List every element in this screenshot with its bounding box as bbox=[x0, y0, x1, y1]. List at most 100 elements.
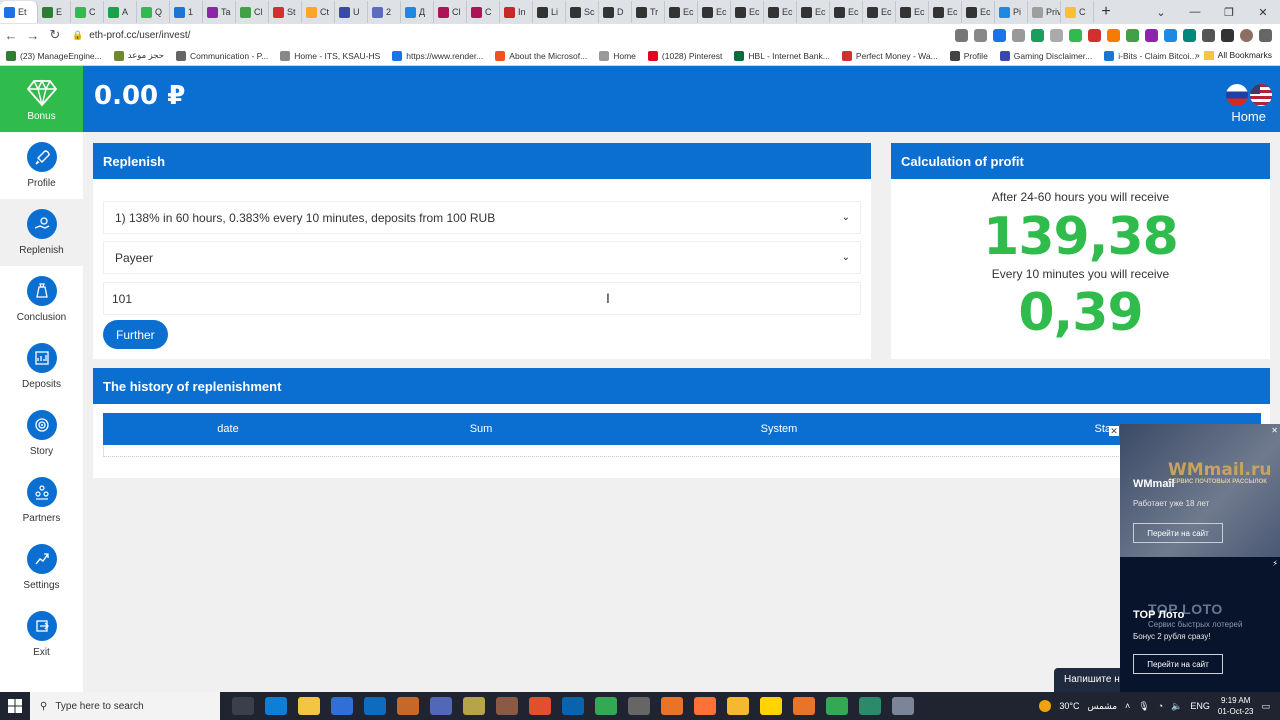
browser-tab[interactable]: C bbox=[467, 1, 500, 23]
payment-system-select[interactable]: Payeer ⌄ bbox=[103, 241, 861, 274]
extension-icon[interactable] bbox=[1012, 28, 1025, 42]
app-icon[interactable] bbox=[397, 697, 419, 715]
browser-tab[interactable]: U bbox=[335, 1, 368, 23]
sidebar-item-exit[interactable]: Exit bbox=[0, 601, 83, 668]
bookmark-item[interactable]: Profile bbox=[949, 50, 988, 61]
app-icon[interactable] bbox=[628, 697, 650, 715]
bookmark-item[interactable]: حجز موعد bbox=[113, 50, 164, 61]
chrome-icon[interactable] bbox=[826, 697, 848, 715]
browser-tab[interactable]: Q bbox=[137, 1, 170, 23]
browser-tab[interactable]: Ec bbox=[797, 1, 830, 23]
extension-icon[interactable] bbox=[1145, 28, 1158, 42]
extension-icon[interactable] bbox=[1069, 28, 1082, 42]
puzzle-icon[interactable] bbox=[1202, 28, 1215, 42]
app-icon[interactable] bbox=[661, 697, 683, 715]
sidebar-item-settings[interactable]: Settings bbox=[0, 534, 83, 601]
browser-tab[interactable]: Ec bbox=[863, 1, 896, 23]
browser-tab[interactable]: Cl bbox=[434, 1, 467, 23]
browser-tab[interactable]: Ec bbox=[962, 1, 995, 23]
microphone-icon[interactable]: 🎙 bbox=[1138, 701, 1149, 712]
browser-tab[interactable]: St bbox=[269, 1, 302, 23]
bookmark-item[interactable]: Perfect Money - Wa... bbox=[841, 50, 938, 61]
chat-widget[interactable]: Напишите н bbox=[1054, 668, 1120, 692]
browser-tab[interactable]: E bbox=[38, 1, 71, 23]
browser-tab[interactable]: Ta bbox=[203, 1, 236, 23]
bonus-button[interactable]: Bonus bbox=[0, 66, 83, 134]
windows-start-icon[interactable] bbox=[0, 692, 30, 720]
sidebar-item-replenish[interactable]: Replenish bbox=[0, 199, 83, 266]
extension-icon[interactable] bbox=[1183, 28, 1196, 42]
bookmark-item[interactable]: i-Bits - Claim Bitcoi... bbox=[1104, 50, 1197, 61]
bookmark-item[interactable]: https://www.render... bbox=[392, 50, 483, 61]
close-icon[interactable]: ✕ bbox=[1271, 426, 1278, 435]
edge-icon[interactable] bbox=[265, 697, 287, 715]
ad-wmmail[interactable]: ✕ WMmail.ru СЕРВИС ПОЧТОВЫХ РАССЫЛОК WMm… bbox=[1120, 424, 1280, 557]
browser-tab[interactable]: In bbox=[500, 1, 533, 23]
all-bookmarks[interactable]: » All Bookmarks bbox=[1195, 50, 1272, 60]
sidebar-item-partners[interactable]: Partners bbox=[0, 467, 83, 534]
home-link[interactable]: Home bbox=[1231, 109, 1266, 124]
app-icon[interactable] bbox=[859, 697, 881, 715]
sidebar-icon[interactable] bbox=[1221, 28, 1234, 42]
close-icon[interactable]: ✕ bbox=[1246, 0, 1280, 24]
weather-temp[interactable]: 30°C bbox=[1059, 701, 1079, 711]
sidebar-item-profile[interactable]: Profile bbox=[0, 132, 83, 199]
key-icon[interactable] bbox=[955, 28, 968, 42]
browser-tab[interactable]: Et bbox=[0, 1, 38, 23]
binance-icon[interactable] bbox=[727, 697, 749, 715]
amount-input[interactable] bbox=[103, 282, 861, 315]
bookmark-item[interactable]: Home - ITS, KSAU-HS bbox=[280, 50, 380, 61]
profile-avatar[interactable] bbox=[1240, 28, 1253, 42]
browser-tab[interactable]: Cl bbox=[236, 1, 269, 23]
russian-flag-icon[interactable] bbox=[1226, 84, 1248, 106]
brave-icon[interactable] bbox=[529, 697, 551, 715]
app-icon[interactable] bbox=[760, 697, 782, 715]
outlook-icon[interactable] bbox=[562, 697, 584, 715]
url-field[interactable]: eth-prof.cc/user/invest/ bbox=[89, 30, 955, 41]
browser-tab[interactable]: C bbox=[1061, 1, 1094, 23]
bookmark-item[interactable]: (1028) Pinterest bbox=[647, 50, 722, 61]
reload-icon[interactable]: ↻ bbox=[44, 27, 66, 43]
extension-icon[interactable] bbox=[1050, 28, 1063, 42]
ad-toploto[interactable]: ⚡ TOP LOTO Сервис быстрых лотерей TOP Ло… bbox=[1120, 557, 1280, 692]
app-icon[interactable] bbox=[430, 697, 452, 715]
browser-tab[interactable]: Ec bbox=[665, 1, 698, 23]
close-icon[interactable]: ⚡ bbox=[1272, 559, 1278, 568]
plan-select[interactable]: 1) 138% in 60 hours, 0.383% every 10 min… bbox=[103, 201, 861, 234]
browser-tab[interactable]: 2 bbox=[368, 1, 401, 23]
browser-tab[interactable]: Privac bbox=[1028, 1, 1061, 23]
calculator-icon[interactable] bbox=[496, 697, 518, 715]
column-header-system[interactable]: System bbox=[609, 423, 949, 435]
task-view-icon[interactable] bbox=[232, 697, 254, 715]
notifications-icon[interactable]: ▭ bbox=[1261, 701, 1270, 712]
browser-tab[interactable]: C bbox=[71, 1, 104, 23]
forward-icon[interactable]: → bbox=[22, 28, 44, 43]
extension-icon[interactable] bbox=[1164, 28, 1177, 42]
sidebar-item-conclusion[interactable]: Conclusion bbox=[0, 266, 83, 333]
browser-tab[interactable]: A bbox=[104, 1, 137, 23]
lock-icon[interactable]: 🔒 bbox=[72, 30, 83, 41]
browser-tab[interactable]: Li bbox=[533, 1, 566, 23]
browser-tab[interactable]: Ct bbox=[302, 1, 335, 23]
volume-icon[interactable]: 🔈 bbox=[1171, 701, 1182, 712]
bookmark-item[interactable]: About the Microsof... bbox=[495, 50, 587, 61]
bookmark-item[interactable]: Gaming Disclaimer... bbox=[999, 50, 1092, 61]
browser-tab[interactable]: Tr bbox=[632, 1, 665, 23]
browser-tab[interactable]: Ec bbox=[764, 1, 797, 23]
browser-tab[interactable]: D bbox=[599, 1, 632, 23]
browser-tab[interactable]: Ec bbox=[896, 1, 929, 23]
sidebar-item-deposits[interactable]: Deposits bbox=[0, 333, 83, 400]
firefox-icon[interactable] bbox=[694, 697, 716, 715]
column-header-date[interactable]: date bbox=[103, 423, 353, 435]
restore-icon[interactable]: ❐ bbox=[1212, 0, 1246, 24]
mail-icon[interactable] bbox=[364, 697, 386, 715]
sidebar-item-story[interactable]: Story bbox=[0, 400, 83, 467]
bookmark-item[interactable]: (23) ManageEngine... bbox=[6, 50, 102, 61]
extension-icon[interactable] bbox=[1088, 28, 1101, 42]
new-tab-button[interactable]: + bbox=[1094, 3, 1118, 21]
minimize-icon[interactable]: — bbox=[1178, 0, 1212, 24]
app-icon[interactable] bbox=[892, 697, 914, 715]
browser-tab[interactable]: Ec bbox=[830, 1, 863, 23]
app-icon[interactable] bbox=[463, 697, 485, 715]
clock[interactable]: 9:19 AM 01-Oct-23 bbox=[1218, 695, 1254, 717]
